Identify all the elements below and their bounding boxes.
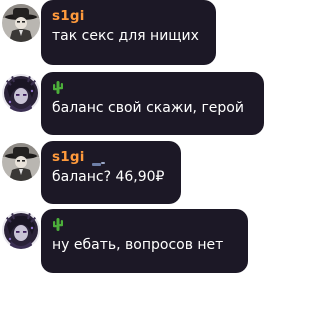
message-text: баланс свой скажи, герой <box>52 100 244 116</box>
author-row <box>52 78 254 98</box>
author-row <box>52 215 238 235</box>
cactus-icon <box>52 215 64 235</box>
avatar[interactable] <box>2 143 40 181</box>
message-bubble[interactable]: ну ебать, вопросов нет <box>41 209 248 273</box>
dark-anime-avatar-icon <box>2 74 40 112</box>
message-text: так секс для нищих <box>52 28 199 44</box>
cowboy-hat-avatar-icon <box>2 143 40 181</box>
message-bubble[interactable]: баланс свой скажи, герой <box>41 72 264 135</box>
avatar[interactable] <box>2 4 40 42</box>
message-text: ну ебать, вопросов нет <box>52 237 224 253</box>
author-row: s1gi <box>52 6 206 26</box>
author-name[interactable]: s1gi <box>52 8 85 24</box>
avatar[interactable] <box>2 211 40 249</box>
cactus-icon <box>52 78 64 98</box>
avatar[interactable] <box>2 74 40 112</box>
badge-icon <box>91 153 106 166</box>
cowboy-hat-avatar-icon <box>2 4 40 42</box>
message-bubble[interactable]: s1gi так секс для нищих <box>41 0 216 65</box>
author-name[interactable]: s1gi <box>52 149 85 165</box>
message-text: баланс? 46,90₽ <box>52 169 165 185</box>
message-bubble[interactable]: s1gi баланс? 46,90₽ <box>41 141 181 204</box>
author-row: s1gi <box>52 147 171 167</box>
dark-anime-avatar-icon <box>2 211 40 249</box>
